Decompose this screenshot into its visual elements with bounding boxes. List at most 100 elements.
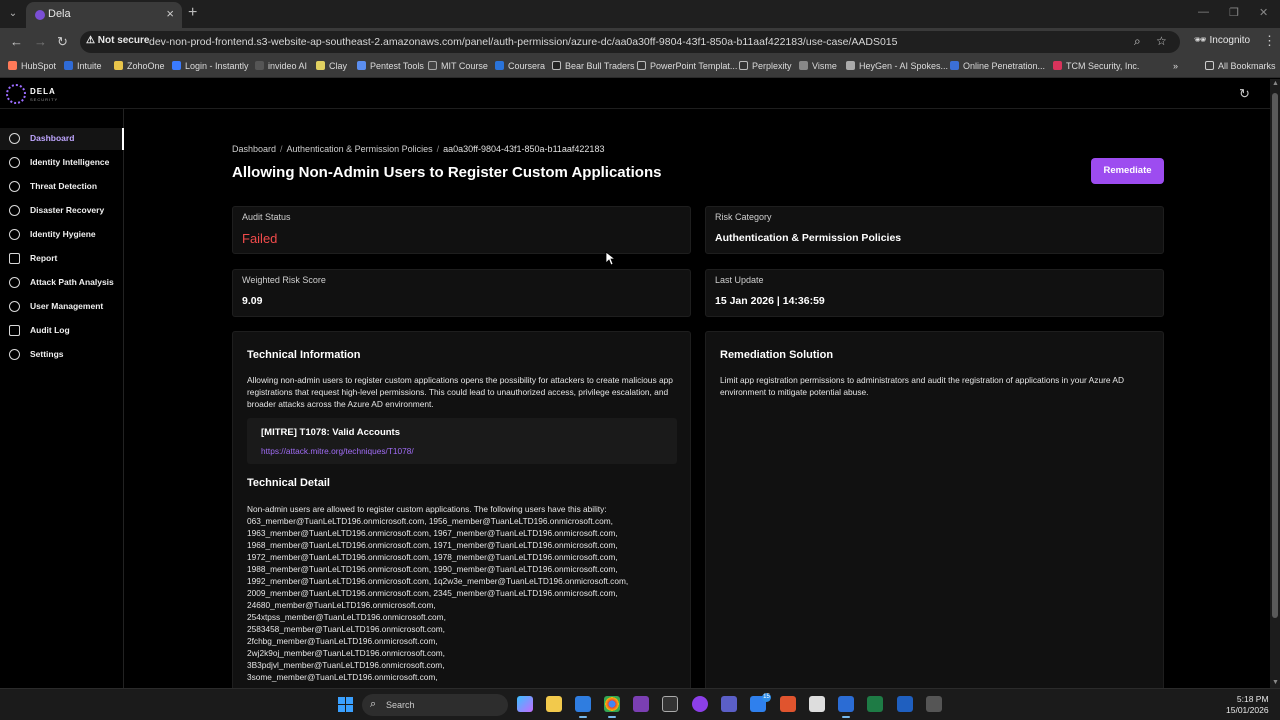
mitre-link[interactable]: https://attack.mitre.org/techniques/T107… [261, 446, 414, 456]
tcm-security-icon [1053, 61, 1062, 70]
bookmark-item[interactable]: MIT Course [428, 61, 488, 71]
user-line: 24680_member@TuanLeLTD196.onmicrosoft.co… [247, 600, 436, 610]
dashboard-icon [9, 133, 20, 144]
tab-search-chevron-icon[interactable]: ⌄ [4, 5, 22, 23]
back-icon[interactable]: ← [10, 34, 23, 49]
scrollbar-thumb[interactable] [1272, 93, 1278, 618]
technical-information-panel: Technical Information Allowing non-admin… [232, 331, 691, 688]
sidebar-item-audit-log[interactable]: Audit Log [0, 320, 124, 342]
sidebar-item-disaster-recovery[interactable]: Disaster Recovery [0, 200, 124, 222]
bookmark-item[interactable]: Perplexity [739, 61, 792, 71]
sidebar-item-threat-detection[interactable]: Threat Detection [0, 176, 124, 198]
recovery-icon [9, 205, 20, 216]
outlook-icon[interactable] [575, 696, 591, 718]
breadcrumb-auth-permission[interactable]: Authentication & Permission Policies [287, 144, 433, 154]
bookmark-item[interactable]: ZohoOne [114, 61, 165, 71]
all-bookmarks-button[interactable]: All Bookmarks [1205, 61, 1276, 71]
url-text[interactable]: dev-non-prod-frontend.s3-website-ap-sout… [149, 36, 897, 48]
windows-taskbar: ⌕ Search 15 5:18 PM 15/01/2026 [0, 688, 1280, 720]
lock-app-icon[interactable] [662, 696, 678, 712]
close-window-icon[interactable]: ✕ [1259, 6, 1268, 19]
sidebar-item-label: Disaster Recovery [30, 205, 105, 215]
copilot-icon[interactable] [517, 696, 533, 712]
sidebar-item-label: Threat Detection [30, 181, 98, 191]
page-scrollbar[interactable] [1270, 79, 1280, 688]
zoom-icon[interactable]: ⌕ [1134, 34, 1141, 49]
excel-icon[interactable] [867, 696, 883, 712]
reload-icon[interactable]: ↻ [57, 34, 68, 50]
word-icon[interactable] [838, 696, 854, 718]
sidebar-item-report[interactable]: Report [0, 248, 124, 270]
windows-start-icon[interactable] [338, 697, 353, 712]
browser-tab[interactable]: Dela × [26, 2, 182, 28]
calculator-icon[interactable] [926, 696, 942, 712]
bookmark-label: invideo AI [268, 61, 308, 71]
bookmark-item[interactable]: HeyGen - AI Spokes... [846, 61, 948, 71]
risk-category-card: Risk Category Authentication & Permissio… [705, 206, 1164, 254]
user-line: 2wj2k9oj_member@TuanLeLTD196.onmicrosoft… [247, 648, 445, 658]
sidebar-item-user-management[interactable]: User Management [0, 296, 124, 318]
sidebar-item-dashboard[interactable]: Dashboard [0, 128, 124, 150]
dela-logo-icon[interactable] [6, 84, 26, 104]
bookmark-item[interactable]: Bear Bull Traders [552, 61, 635, 71]
app-icon[interactable] [780, 696, 796, 712]
remediate-button[interactable]: Remediate [1091, 158, 1164, 184]
incognito-indicator[interactable]: 🕶 Incognito [1194, 35, 1250, 46]
bookmark-item[interactable]: Intuite [64, 61, 102, 71]
tor-browser-icon[interactable] [692, 696, 708, 712]
technical-detail-text: Non-admin users are allowed to register … [247, 503, 687, 683]
sidebar-item-identity-intelligence[interactable]: Identity Intelligence [0, 152, 124, 174]
scroll-up-icon[interactable]: ▲ [1272, 80, 1279, 87]
sidebar-item-identity-hygiene[interactable]: Identity Hygiene [0, 224, 124, 246]
user-line: 2009_member@TuanLeLTD196.onmicrosoft.com… [247, 588, 618, 598]
minimize-icon[interactable]: — [1198, 6, 1209, 18]
chrome-icon[interactable] [604, 696, 620, 718]
bookmark-star-icon[interactable]: ☆ [1156, 34, 1167, 48]
forward-icon[interactable]: → [34, 34, 47, 49]
sidebar-item-label: Attack Path Analysis [30, 277, 114, 287]
last-update-label: Last Update [715, 275, 764, 285]
close-tab-icon[interactable]: × [166, 6, 174, 21]
bookmark-item[interactable]: PowerPoint Templat... [637, 61, 737, 71]
bookmark-item[interactable]: Pentest Tools [357, 61, 424, 71]
bookmark-label: Online Penetration... [963, 61, 1046, 71]
bookmark-item[interactable]: Login - Instantly [172, 61, 249, 71]
restore-icon[interactable]: ❐ [1229, 6, 1239, 19]
not-secure-badge[interactable]: ⚠ Not secure [86, 35, 149, 46]
bookmark-item[interactable]: TCM Security, Inc. [1053, 61, 1139, 71]
snipping-tool-icon[interactable] [809, 696, 825, 712]
onenote-icon[interactable] [633, 696, 649, 712]
url-omnibox[interactable]: ⚠ Not secure dev-non-prod-frontend.s3-we… [80, 31, 1180, 53]
risk-score-card: Weighted Risk Score 9.09 [232, 269, 691, 317]
breadcrumb-current: aa0a30ff-9804-43f1-850a-b11aaf422183 [443, 144, 605, 154]
breadcrumb-dashboard[interactable]: Dashboard [232, 144, 276, 154]
bookmark-label: Clay [329, 61, 348, 71]
user-line: 2583458_member@TuanLeLTD196.onmicrosoft.… [247, 624, 445, 634]
audit-status-value: Failed [242, 231, 278, 246]
clock-time: 5:18 PM [1236, 694, 1269, 704]
refresh-icon[interactable]: ↻ [1239, 86, 1250, 102]
user-line: 063_member@TuanLeLTD196.onmicrosoft.com,… [247, 516, 613, 526]
sidebar-item-attack-path-analysis[interactable]: Attack Path Analysis [0, 272, 124, 294]
user-line: 254xtpss_member@TuanLeLTD196.onmicrosoft… [247, 612, 446, 622]
bookmark-item[interactable]: Clay [316, 61, 347, 71]
file-explorer-icon[interactable] [546, 696, 562, 712]
user-line: 3B3pdjvl_member@TuanLeLTD196.onmicrosoft… [247, 660, 445, 670]
bookmark-item[interactable]: invideo AI [255, 61, 307, 71]
publisher-icon[interactable] [897, 696, 913, 712]
browser-menu-icon[interactable]: ⋮ [1263, 33, 1276, 49]
bookmark-item[interactable]: HubSpot [8, 61, 56, 71]
scroll-down-icon[interactable]: ▼ [1272, 679, 1279, 686]
taskbar-clock[interactable]: 5:18 PM 15/01/2026 [1226, 694, 1269, 716]
intuite-icon [64, 61, 73, 70]
taskbar-search[interactable]: ⌕ Search [362, 694, 508, 716]
bookmark-item[interactable]: Coursera [495, 61, 545, 71]
sidebar-item-settings[interactable]: Settings [0, 344, 124, 366]
bookmark-item[interactable]: Online Penetration... [950, 61, 1045, 71]
bookmarks-overflow-icon[interactable]: » [1173, 61, 1178, 71]
sidebar-item-label: Settings [30, 349, 64, 359]
pentest-tools-icon [357, 61, 366, 70]
bookmark-item[interactable]: Visme [799, 61, 837, 71]
new-tab-icon[interactable]: + [188, 4, 197, 22]
teams-icon[interactable] [721, 696, 737, 712]
